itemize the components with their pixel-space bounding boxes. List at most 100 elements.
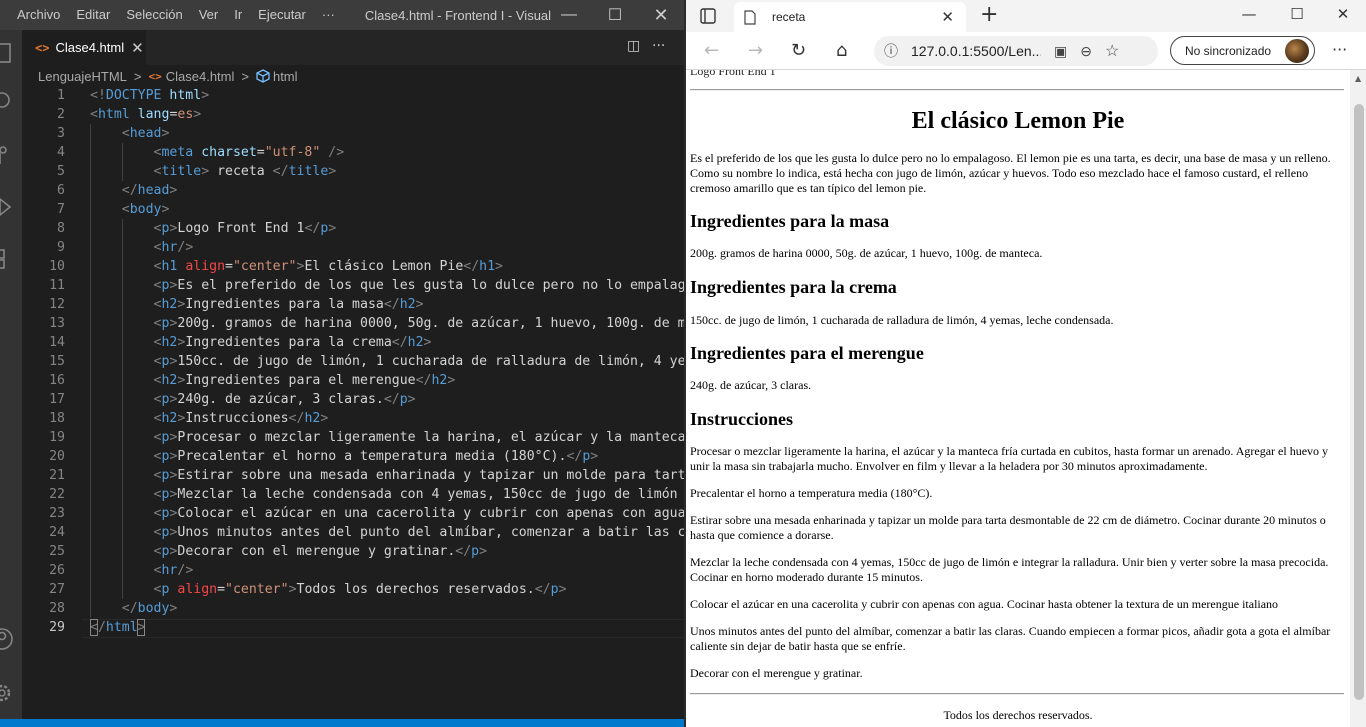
split-editor-icon[interactable]: ◫: [627, 38, 640, 54]
menu-ejecutar[interactable]: Ejecutar: [250, 0, 314, 30]
forward-icon[interactable]: →: [748, 40, 763, 61]
home-icon[interactable]: ⌂: [836, 40, 847, 61]
code-text: <p>240g. de azúcar, 3 claras.</p>: [153, 392, 416, 407]
breadcrumb-element[interactable]: html: [273, 69, 298, 84]
scroll-thumb[interactable]: [1354, 104, 1364, 700]
step-5-paragraph: Colocar el azúcar en una cacerolita y cu…: [690, 597, 1279, 611]
sync-label: No sincronizado: [1185, 43, 1272, 58]
chevron-right-icon: >: [133, 68, 142, 84]
code-line[interactable]: 24 <p>Unos minutos antes del punto del a…: [22, 523, 684, 542]
settings-more-icon[interactable]: ···: [1332, 40, 1347, 59]
account-icon[interactable]: [0, 626, 22, 652]
step-6-paragraph: Unos minutos antes del punto del almíbar…: [690, 624, 1331, 653]
code-text: <h1 align="center">El clásico Lemon Pie<…: [153, 259, 503, 274]
browser-minimize-button[interactable]: —: [1226, 0, 1272, 28]
browser-tab-receta[interactable]: receta ✕: [734, 2, 966, 32]
code-text: <p>Mezclar la leche condensada con 4 yem…: [153, 487, 684, 502]
address-bar[interactable]: ⓘ 127.0.0.1:5500/Len... ▣ ⊖ ☆: [874, 36, 1158, 66]
avatar: [1285, 39, 1309, 63]
profile-sync-button[interactable]: No sincronizado: [1170, 36, 1315, 65]
run-debug-icon[interactable]: [0, 194, 22, 220]
code-line[interactable]: 27 <p align="center">Todos los derechos …: [22, 580, 684, 599]
code-line[interactable]: 14 <h2>Ingredientes para la crema</h2>: [22, 333, 684, 352]
code-line[interactable]: 26 <hr/>: [22, 561, 684, 580]
code-line[interactable]: 19 <p>Procesar o mezclar ligeramente la …: [22, 428, 684, 447]
menu-more[interactable]: ···: [314, 0, 343, 30]
code-line[interactable]: 18 <h2>Instrucciones</h2>: [22, 409, 684, 428]
menu-editar[interactable]: Editar: [68, 0, 118, 30]
code-line[interactable]: 13 <p>200g. gramos de harina 0000, 50g. …: [22, 314, 684, 333]
bracket-match-open: [90, 619, 98, 636]
browser-maximize-button[interactable]: ☐: [1274, 0, 1320, 28]
close-button[interactable]: ✕: [638, 0, 684, 30]
search-icon[interactable]: [0, 88, 22, 114]
line-number: 2: [57, 107, 65, 122]
code-line[interactable]: 16 <h2>Ingredientes para el merengue</h2…: [22, 371, 684, 390]
heading-masa: Ingredientes para la masa: [690, 211, 890, 231]
browser-close-button[interactable]: ✕: [1320, 0, 1366, 28]
code-line[interactable]: 8 <p>Logo Front End 1</p>: [22, 219, 684, 238]
code-line[interactable]: 1 <!DOCTYPE html>: [22, 87, 684, 105]
tab-close-icon[interactable]: ✕: [131, 39, 144, 57]
code-line[interactable]: 7 <body>: [22, 200, 684, 219]
menu-bar: Archivo Editar Selección Ver Ir Ejecutar…: [0, 0, 684, 30]
line-number: 8: [57, 221, 65, 236]
browser-tab-title: receta: [772, 10, 806, 24]
line-number: 22: [49, 487, 65, 502]
code-line[interactable]: 9 <hr/>: [22, 238, 684, 257]
bracket-match-close: [137, 619, 145, 636]
breadcrumb-folder[interactable]: LenguajeHTML: [38, 69, 127, 84]
code-line[interactable]: 22 <p>Mezclar la leche condensada con 4 …: [22, 485, 684, 504]
more-actions-icon[interactable]: ···: [652, 38, 665, 54]
back-icon[interactable]: ←: [704, 40, 719, 61]
gear-icon[interactable]: [0, 680, 22, 706]
tab-actions-icon[interactable]: [700, 8, 716, 24]
code-line[interactable]: 12 <h2>Ingredientes para la masa</h2>: [22, 295, 684, 314]
site-info-icon[interactable]: ⓘ: [884, 41, 898, 61]
html-file-icon: <>: [148, 69, 162, 83]
code-line[interactable]: 21 <p>Estirar sobre una mesada enharinad…: [22, 466, 684, 485]
refresh-icon[interactable]: ↻: [791, 40, 806, 61]
page-scrollbar[interactable]: ▲: [1350, 70, 1366, 727]
code-line[interactable]: 2 <html lang=es>: [22, 105, 684, 124]
menu-seleccion[interactable]: Selección: [118, 0, 190, 30]
maximize-button[interactable]: ☐: [592, 0, 638, 30]
explorer-icon[interactable]: [0, 38, 22, 64]
add-favorite-icon[interactable]: ☆: [1105, 41, 1119, 61]
code-line[interactable]: 10 <h1 align="center">El clásico Lemon P…: [22, 257, 684, 276]
new-tab-icon[interactable]: +: [980, 2, 998, 27]
code-line[interactable]: 29 </html>: [22, 618, 684, 637]
zoom-icon[interactable]: ⊖: [1080, 43, 1092, 60]
code-line[interactable]: 20 <p>Precalentar el horno a temperatura…: [22, 447, 684, 466]
code-line[interactable]: 3 <head>: [22, 124, 684, 143]
menu-archivo[interactable]: Archivo: [0, 0, 68, 30]
html-file-icon: <>: [35, 40, 50, 55]
minimize-button[interactable]: —: [546, 0, 592, 30]
breadcrumb-file[interactable]: Clase4.html: [166, 69, 235, 84]
code-line[interactable]: 17 <p>240g. de azúcar, 3 claras.</p>: [22, 390, 684, 409]
menu-ir[interactable]: Ir: [226, 0, 250, 30]
code-line[interactable]: 4 <meta charset="utf-8" />: [22, 143, 684, 162]
step-1-paragraph: Procesar o mezclar ligeramente la harina…: [690, 444, 1329, 473]
line-number: 16: [49, 373, 65, 388]
source-control-icon[interactable]: [0, 142, 22, 168]
browser-tab-close-icon[interactable]: ✕: [941, 8, 954, 26]
code-line[interactable]: 15 <p>150cc. de jugo de limón, 1 cuchara…: [22, 352, 684, 371]
line-number: 28: [49, 601, 65, 616]
code-line[interactable]: 28 </body>: [22, 599, 684, 618]
url-text[interactable]: 127.0.0.1:5500/Len...: [911, 43, 1041, 59]
code-line[interactable]: 11 <p>Es el preferido de los que les gus…: [22, 276, 684, 295]
reader-mode-icon[interactable]: ▣: [1054, 43, 1067, 60]
code-line[interactable]: 6 </head>: [22, 181, 684, 200]
code-text: <p>Colocar el azúcar en una cacerolita y…: [153, 506, 684, 521]
code-line[interactable]: 5 <title> receta </title>: [22, 162, 684, 181]
extensions-icon[interactable]: [0, 246, 22, 272]
code-line[interactable]: 23 <p>Colocar el azúcar en una cacerolit…: [22, 504, 684, 523]
scroll-up-icon[interactable]: ▲: [1355, 74, 1361, 83]
browser-tab-strip: receta ✕ + — ☐ ✕: [686, 0, 1366, 32]
tab-clase4-html[interactable]: <> Clase4.html ✕: [22, 30, 146, 65]
heading-merengue: Ingredientes para el merengue: [690, 343, 924, 363]
menu-ver[interactable]: Ver: [191, 0, 227, 30]
code-line[interactable]: 25 <p>Decorar con el merengue y gratinar…: [22, 542, 684, 561]
code-editor[interactable]: 1 <!DOCTYPE html> 2 <html lang=es> 3 <head> 4…: [22, 87, 684, 719]
